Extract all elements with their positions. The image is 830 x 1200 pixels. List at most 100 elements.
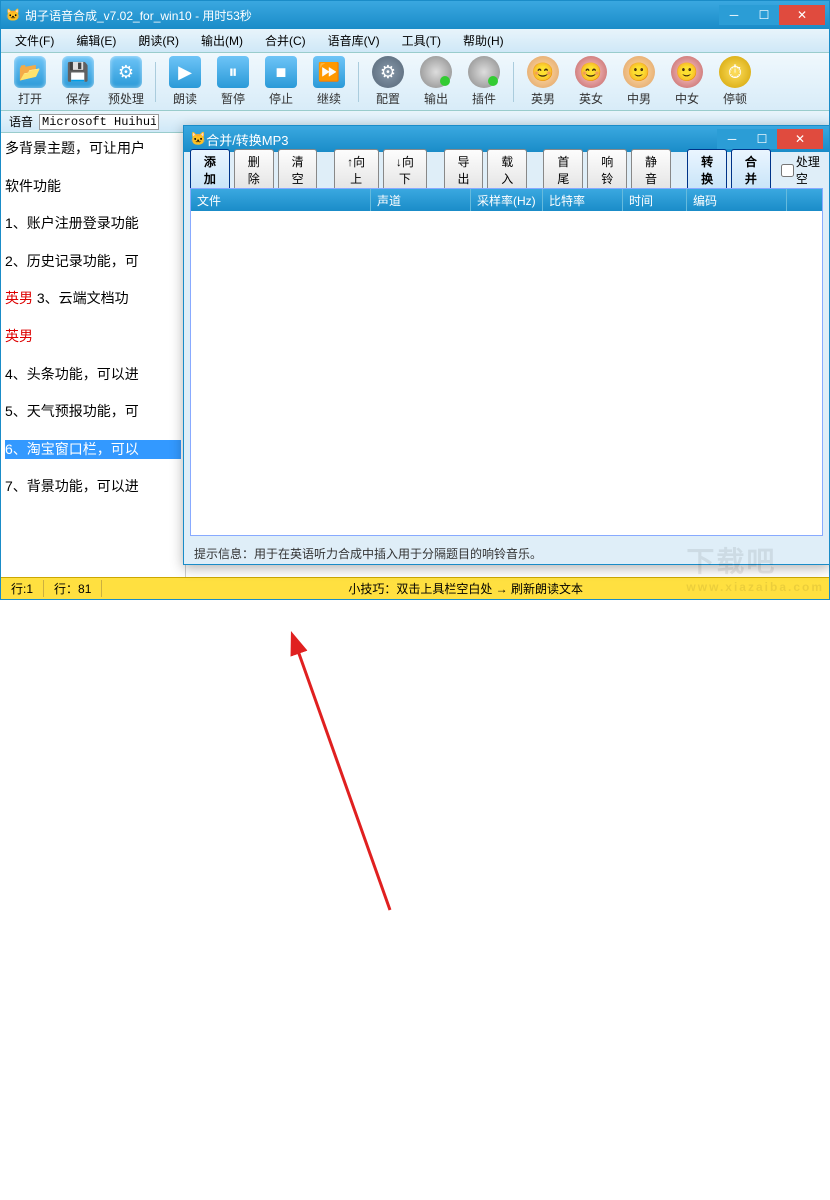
dialog-minimize-button[interactable]: ─ [717, 129, 747, 149]
toolbar-label: 预处理 [108, 90, 144, 107]
text-line[interactable]: 英男 [5, 327, 181, 347]
move-down-button[interactable]: ↓向下 [383, 149, 428, 191]
插件-icon [468, 56, 500, 88]
dialog-title: 合并/转换MP3 [206, 130, 288, 149]
export-button[interactable]: 导出 [444, 149, 484, 191]
toolbar-label: 中男 [627, 90, 651, 107]
text-line[interactable]: 英男 3、云端文档功 [5, 289, 181, 309]
toolbar-插件[interactable]: 插件 [461, 56, 507, 107]
text-line[interactable]: 4、头条功能，可以进 [5, 365, 181, 385]
headtail-button[interactable]: 首尾 [543, 149, 583, 191]
convert-button[interactable]: 转换 [687, 149, 727, 191]
main-titlebar: 🐱 胡子语音合成_v7.02_for_win10 - 用时53秒 ─ ☐ ✕ [1, 1, 829, 29]
text-line[interactable]: 1、账户注册登录功能 [5, 214, 181, 234]
menu-item[interactable]: 文件(F) [7, 30, 62, 51]
merge-dialog: 🐱 合并/转换MP3 ─ ☐ ✕ 添加 删除 清空 ↑向上 ↓向下 导出 载入 … [183, 125, 830, 565]
menu-item[interactable]: 语音库(V) [320, 30, 388, 51]
minimize-button[interactable]: ─ [719, 5, 749, 25]
dialog-toolbar: 添加 删除 清空 ↑向上 ↓向下 导出 载入 首尾 响铃 静音 转换 合并 处理… [184, 152, 829, 188]
toolbar-英男[interactable]: 😊 英男 [520, 56, 566, 107]
toolbar-label: 继续 [317, 90, 341, 107]
move-up-button[interactable]: ↑向上 [334, 149, 379, 191]
clear-button[interactable]: 清空 [278, 149, 318, 191]
dialog-close-button[interactable]: ✕ [777, 129, 823, 149]
dialog-icon: 🐱 [190, 131, 206, 147]
停止-icon: ■ [265, 56, 297, 88]
继续-icon: ⏩ [313, 56, 345, 88]
menu-bar: 文件(F) 编辑(E) 朗读(R) 输出(M) 合并(C) 语音库(V) 工具(T) 帮助(H… [1, 29, 829, 53]
menu-item[interactable]: 朗读(R) [130, 30, 187, 51]
toolbar-中女[interactable]: 🙂中女 [664, 56, 710, 107]
maximize-button[interactable]: ☐ [749, 5, 779, 25]
file-grid[interactable]: 文件声道采样率(Hz)比特率(Kbps)时间编码 [190, 188, 823, 536]
toolbar-label: 停止 [269, 90, 293, 107]
grid-col-header[interactable]: 编码 [687, 189, 787, 211]
voice-input[interactable] [39, 114, 159, 130]
close-button[interactable]: ✕ [779, 5, 825, 25]
menu-item[interactable]: 工具(T) [394, 30, 449, 51]
grid-col-header[interactable]: 文件 [191, 189, 371, 211]
menu-item[interactable]: 输出(M) [193, 30, 251, 51]
暂停-icon: ⏸ [217, 56, 249, 88]
merge-button[interactable]: 合并 [731, 149, 771, 191]
text-pane[interactable]: 多背景主题，可让用户软件功能 1、账户注册登录功能 2、历史记录功能，可英男 3、云… [1, 133, 186, 577]
toolbar-配置[interactable]: ⚙ 配置 [365, 56, 411, 107]
toolbar: 📂 打开 💾 保存 ⚙预处理 ▶ 朗读 ⏸ 暂停 ■ 停止 ⏩ 继续 ⚙ 配置 输出插件 😊 英男 😊 英女 🙂 中男 🙂中… [1, 53, 829, 111]
toolbar-label: 英女 [579, 90, 603, 107]
grid-col-header[interactable]: 比特率(Kbps) [543, 189, 623, 211]
process-empty-check[interactable]: 处理空 [781, 153, 823, 187]
import-button[interactable]: 载入 [487, 149, 527, 191]
text-line[interactable]: 6、淘宝窗口栏，可以 [5, 440, 181, 460]
toolbar-继续[interactable]: ⏩ 继续 [306, 56, 352, 107]
toolbar-朗读[interactable]: ▶ 朗读 [162, 56, 208, 107]
配置-icon: ⚙ [372, 56, 404, 88]
grid-col-header[interactable]: 采样率(Hz) [471, 189, 543, 211]
英女-icon: 😊 [575, 56, 607, 88]
toolbar-暂停[interactable]: ⏸ 暂停 [210, 56, 256, 107]
保存-icon: 💾 [62, 56, 94, 88]
英男-icon: 😊 [527, 56, 559, 88]
grid-header: 文件声道采样率(Hz)比特率(Kbps)时间编码 [191, 189, 822, 211]
status-row: 行：81 [44, 580, 102, 597]
toolbar-停顿[interactable]: ⏱停顿 [712, 56, 758, 107]
中女-icon: 🙂 [671, 56, 703, 88]
打开-icon: 📂 [14, 56, 46, 88]
toolbar-label: 朗读 [173, 90, 197, 107]
toolbar-label: 暂停 [221, 90, 245, 107]
toolbar-label: 英男 [531, 90, 555, 107]
toolbar-label: 输出 [424, 90, 448, 107]
toolbar-预处理[interactable]: ⚙预处理 [103, 56, 149, 107]
text-line[interactable]: 7、背景功能，可以进 [5, 477, 181, 497]
grid-col-header[interactable]: 声道 [371, 189, 471, 211]
grid-col-header[interactable]: 时间 [623, 189, 687, 211]
text-line[interactable]: 多背景主题，可让用户 [5, 139, 181, 159]
toolbar-label: 配置 [376, 90, 400, 107]
toolbar-输出[interactable]: 输出 [413, 56, 459, 107]
annotation-arrow [0, 600, 830, 1200]
toolbar-中男[interactable]: 🙂 中男 [616, 56, 662, 107]
中男-icon: 🙂 [623, 56, 655, 88]
voice-label: 语音 [9, 113, 33, 130]
dialog-maximize-button[interactable]: ☐ [747, 129, 777, 149]
menu-item[interactable]: 合并(C) [257, 30, 314, 51]
toolbar-label: 打开 [18, 90, 42, 107]
text-line[interactable]: 5、天气预报功能，可 [5, 402, 181, 422]
toolbar-保存[interactable]: 💾 保存 [55, 56, 101, 107]
toolbar-英女[interactable]: 😊 英女 [568, 56, 614, 107]
toolbar-label: 停顿 [723, 90, 747, 107]
ring-button[interactable]: 响铃 [587, 149, 627, 191]
watermark: 下载吧 www.xiazaiba.com [686, 540, 824, 594]
window-title: 胡子语音合成_v7.02_for_win10 - 用时53秒 [25, 7, 252, 24]
朗读-icon: ▶ [169, 56, 201, 88]
text-line[interactable]: 软件功能 [5, 177, 181, 197]
toolbar-label: 保存 [66, 90, 90, 107]
mute-button[interactable]: 静音 [631, 149, 671, 191]
toolbar-停止[interactable]: ■ 停止 [258, 56, 304, 107]
add-button[interactable]: 添加 [190, 149, 230, 191]
text-line[interactable]: 2、历史记录功能，可 [5, 252, 181, 272]
process-empty-checkbox[interactable] [781, 164, 794, 177]
menu-item[interactable]: 编辑(E) [68, 30, 124, 51]
toolbar-打开[interactable]: 📂 打开 [7, 56, 53, 107]
delete-button[interactable]: 删除 [234, 149, 274, 191]
menu-item[interactable]: 帮助(H) [455, 30, 512, 51]
